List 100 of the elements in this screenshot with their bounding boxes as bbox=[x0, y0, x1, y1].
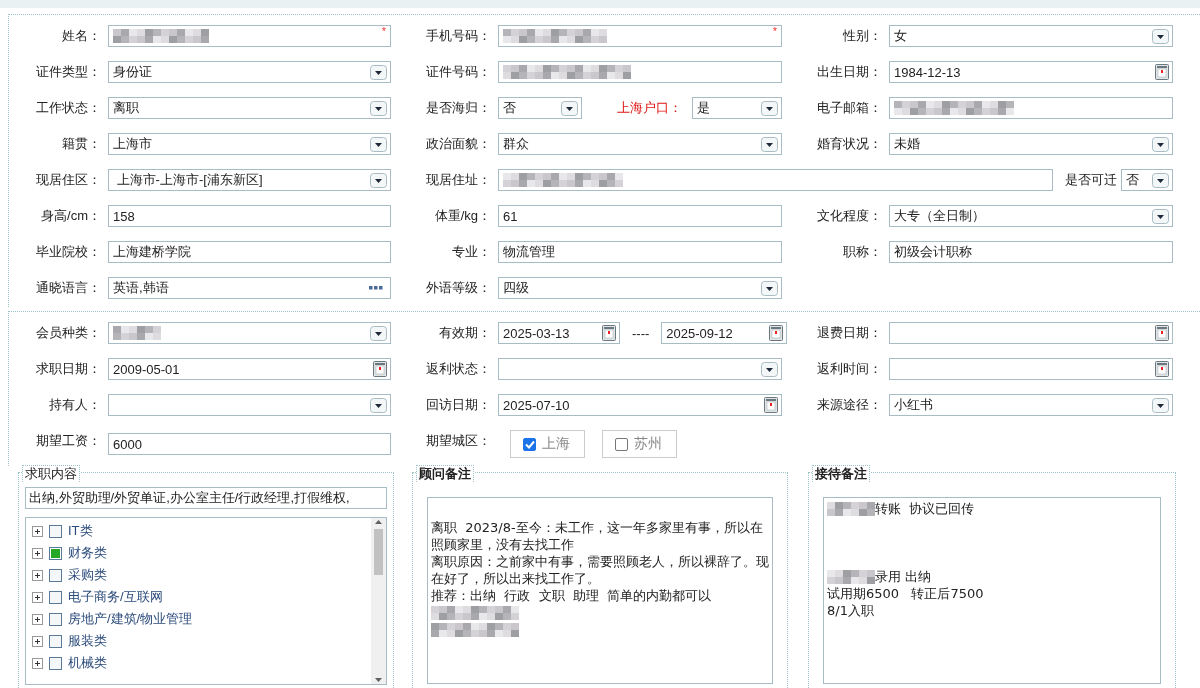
text-field[interactable]: * bbox=[498, 25, 782, 47]
text-field[interactable]: * bbox=[108, 25, 391, 47]
select-field[interactable]: 离职 bbox=[108, 97, 391, 119]
calendar-icon[interactable] bbox=[1155, 64, 1169, 80]
date-field[interactable]: 2009-05-01 bbox=[108, 358, 391, 380]
date-field[interactable]: 2025-09-12 bbox=[661, 322, 788, 344]
expand-icon[interactable] bbox=[32, 547, 43, 559]
date-field[interactable]: 2025-07-10 bbox=[498, 394, 782, 416]
field-label: 退费日期： bbox=[816, 324, 883, 342]
select-field[interactable]: 身份证 bbox=[108, 61, 391, 83]
field-label: 上海户口： bbox=[616, 99, 683, 117]
select-field[interactable]: 群众 bbox=[498, 133, 782, 155]
checkbox[interactable] bbox=[49, 634, 62, 648]
field-label: 现居住址： bbox=[425, 171, 492, 189]
text-field[interactable]: 初级会计职称 bbox=[889, 241, 1173, 263]
scroll-up-icon[interactable] bbox=[374, 518, 383, 527]
field-label: 回访日期： bbox=[425, 396, 492, 414]
tree-item[interactable]: 服装类 bbox=[68, 632, 107, 650]
text-field[interactable]: 6000 bbox=[108, 433, 391, 455]
field-label: 籍贯： bbox=[61, 135, 102, 153]
field-label: 期望工资： bbox=[35, 432, 102, 450]
text-field[interactable]: 61 bbox=[498, 205, 782, 227]
expand-icon[interactable] bbox=[32, 613, 43, 625]
field-label: 政治面貌： bbox=[425, 135, 492, 153]
tree-item[interactable]: IT类 bbox=[68, 522, 93, 540]
checkbox[interactable] bbox=[49, 524, 62, 538]
field-label: 有效期： bbox=[438, 324, 492, 342]
field-label: 性别： bbox=[842, 27, 883, 45]
scrollbar[interactable] bbox=[371, 518, 386, 684]
select-field[interactable]: 未婚 bbox=[889, 133, 1173, 155]
notes-textarea[interactable]: 转账 协议已回传 录用 出纳 试用期6500 转正后7500 8/1入职 bbox=[823, 497, 1161, 684]
field-label: 求职日期： bbox=[35, 360, 102, 378]
select-field[interactable]: 是 bbox=[692, 97, 782, 119]
calendar-icon[interactable] bbox=[373, 361, 387, 377]
tree-item[interactable]: 房地产/建筑/物业管理 bbox=[68, 610, 193, 628]
city-option[interactable]: 上海 bbox=[510, 430, 585, 458]
checkbox[interactable] bbox=[49, 656, 62, 670]
picker-field[interactable]: 英语,韩语 bbox=[108, 277, 391, 299]
field-label: 电子邮箱： bbox=[816, 99, 883, 117]
expand-icon[interactable] bbox=[32, 591, 43, 603]
check-icon bbox=[524, 439, 535, 449]
select-field[interactable]: 大专（全日制） bbox=[889, 205, 1173, 227]
text-field[interactable]: 158 bbox=[108, 205, 391, 227]
text-field[interactable] bbox=[889, 97, 1173, 119]
expand-icon[interactable] bbox=[32, 657, 43, 669]
calendar-icon[interactable] bbox=[769, 325, 784, 341]
date-field[interactable] bbox=[889, 322, 1173, 344]
expand-icon[interactable] bbox=[32, 525, 43, 537]
date-field[interactable]: 2025-03-13 bbox=[498, 322, 620, 344]
note-text: 8/1入职 bbox=[827, 602, 874, 619]
select-field[interactable]: 否 bbox=[1121, 169, 1173, 191]
checkbox[interactable] bbox=[615, 437, 628, 451]
field-label: 工作状态： bbox=[35, 99, 102, 117]
select-field[interactable]: 否 bbox=[498, 97, 582, 119]
select-field[interactable]: 上海市 bbox=[108, 133, 391, 155]
select-field[interactable]: 上海市-上海市-[浦东新区] bbox=[108, 169, 391, 191]
date-field[interactable]: 1984-12-13 bbox=[889, 61, 1173, 83]
required-mark: * bbox=[772, 26, 777, 37]
city-option[interactable]: 苏州 bbox=[602, 430, 677, 458]
field-label: 体重/kg： bbox=[433, 207, 492, 225]
select-field[interactable]: 四级 bbox=[498, 277, 782, 299]
city-label: 苏州 bbox=[634, 435, 662, 453]
calendar-icon[interactable] bbox=[602, 325, 616, 341]
calendar-icon[interactable] bbox=[1155, 325, 1169, 341]
section-legend: 接待备注 bbox=[812, 465, 870, 482]
select-field[interactable] bbox=[498, 358, 782, 380]
notes-textarea[interactable]: 离职 2023/8-至今：未工作，这一年多家里有事，所以在照顾家里，没有去找工作 离职原因：之前家中有事，需要照顾老人，所以裸辞了。现在好了，所以出来找工作了。 推荐：出纳 行政 文职 助理 简单的内勤都可以 bbox=[427, 497, 773, 684]
expand-icon[interactable] bbox=[32, 635, 43, 647]
scroll-thumb[interactable] bbox=[374, 529, 383, 575]
checkbox[interactable] bbox=[49, 612, 62, 626]
field-label: 身高/cm： bbox=[40, 207, 102, 225]
scroll-down-icon[interactable] bbox=[374, 675, 383, 684]
tree-item[interactable]: 采购类 bbox=[68, 566, 107, 584]
tree-item[interactable]: 机械类 bbox=[68, 654, 107, 672]
select-field[interactable] bbox=[108, 322, 391, 344]
checkbox[interactable] bbox=[523, 437, 536, 451]
text-field[interactable] bbox=[498, 61, 782, 83]
note-text: 试用期6500 转正后7500 bbox=[827, 585, 984, 602]
text-field[interactable] bbox=[498, 169, 1053, 191]
text-field[interactable]: 上海建桥学院 bbox=[108, 241, 391, 263]
expand-icon[interactable] bbox=[32, 569, 43, 581]
job-summary-field[interactable]: 出纳,外贸助理/外贸单证,办公室主任/行政经理,打假维权, bbox=[25, 487, 387, 509]
select-field[interactable]: 女 bbox=[889, 25, 1173, 47]
checkbox[interactable] bbox=[49, 590, 62, 604]
date-field[interactable] bbox=[889, 358, 1173, 380]
calendar-icon[interactable] bbox=[764, 397, 778, 413]
section-legend: 求职内容 bbox=[22, 465, 80, 482]
select-field[interactable]: 小红书 bbox=[889, 394, 1173, 416]
checkbox[interactable] bbox=[49, 568, 62, 582]
field-label: 现居住区： bbox=[35, 171, 102, 189]
field-label: 手机号码： bbox=[425, 27, 492, 45]
checkbox[interactable] bbox=[49, 546, 62, 560]
field-label: 文化程度： bbox=[816, 207, 883, 225]
field-label: 返利状态： bbox=[425, 360, 492, 378]
more-icon[interactable] bbox=[369, 286, 383, 290]
text-field[interactable]: 物流管理 bbox=[498, 241, 782, 263]
tree-item[interactable]: 电子商务/互联网 bbox=[68, 588, 163, 606]
calendar-icon[interactable] bbox=[1155, 361, 1169, 377]
tree-item[interactable]: 财务类 bbox=[68, 544, 107, 562]
select-field[interactable] bbox=[108, 394, 391, 416]
